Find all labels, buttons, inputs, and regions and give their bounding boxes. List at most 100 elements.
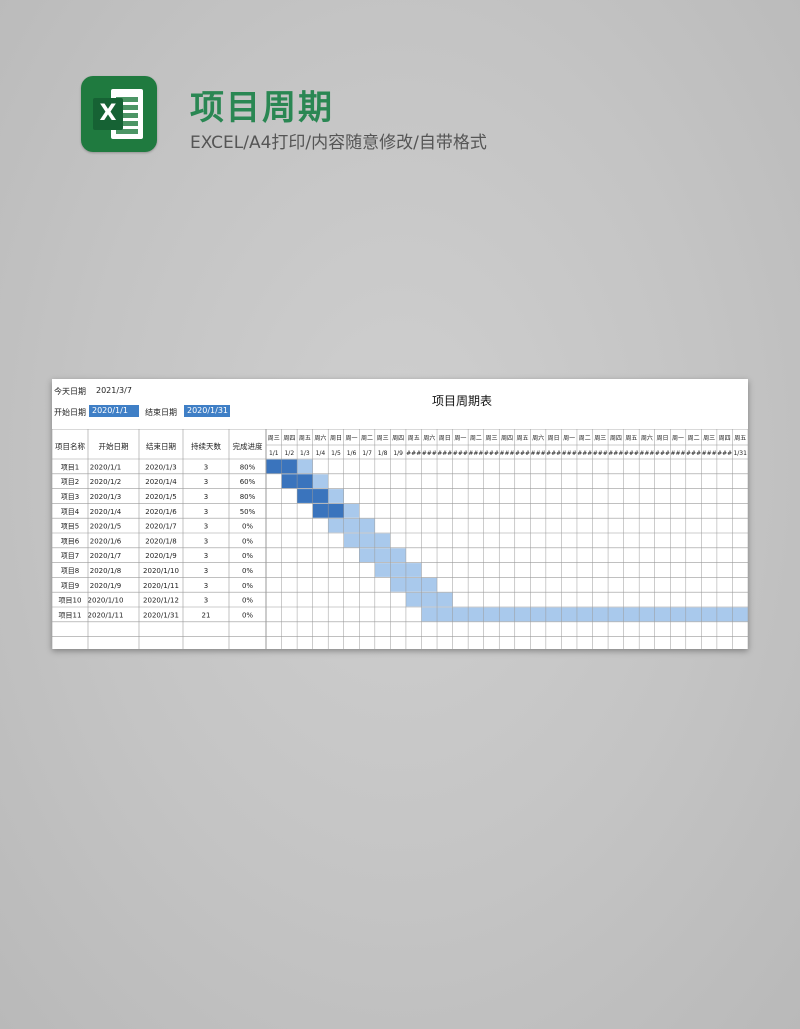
task-start: 2020/1/7: [90, 552, 121, 560]
task-end: 2020/1/3: [145, 463, 176, 471]
task-start: 2020/1/8: [90, 567, 121, 575]
task-start: 2020/1/9: [90, 582, 121, 590]
column-header: 开始日期: [99, 441, 129, 451]
weekday-label: 周一: [346, 435, 358, 442]
task-duration: 3: [204, 493, 208, 501]
weekday-label: 周六: [423, 434, 435, 442]
date-label: 1/6: [347, 450, 357, 457]
weekday-label: 周二: [470, 435, 482, 442]
task-end: 2020/1/12: [143, 597, 179, 605]
date-label: ###: [670, 450, 685, 457]
page-subtitle: EXCEL/A4打印/内容随意修改/自带格式: [190, 133, 487, 153]
weekday-label: 周六: [314, 434, 326, 442]
gantt-bar: [359, 548, 406, 563]
weekday-label: 周六: [532, 434, 544, 442]
task-duration: 3: [204, 523, 208, 531]
date-label: ###: [562, 450, 577, 457]
weekday-label: 周五: [408, 435, 420, 442]
task-progress: 0%: [242, 523, 253, 531]
date-label: ###: [624, 450, 639, 457]
date-label: ###: [577, 450, 592, 457]
date-label: ###: [717, 450, 732, 457]
date-label: ###: [422, 450, 437, 457]
excel-logo-icon: X: [81, 76, 157, 152]
task-start: 2020/1/11: [88, 611, 124, 619]
start-date-cell[interactable]: 2020/1/1: [89, 405, 139, 417]
task-progress: 0%: [242, 537, 253, 545]
task-duration: 3: [204, 478, 208, 486]
weekday-label: 周五: [625, 435, 637, 442]
task-progress: 80%: [240, 493, 256, 501]
weekday-label: 周四: [501, 435, 513, 442]
weekday-label: 周五: [734, 435, 746, 442]
column-header: 结束日期: [146, 441, 176, 451]
date-label: ###: [484, 450, 499, 457]
task-duration: 3: [204, 508, 208, 516]
task-duration: 3: [204, 597, 208, 605]
task-duration: 3: [204, 582, 208, 590]
column-header: 完成进度: [233, 441, 263, 451]
sheet-header-area: 今天日期 2021/3/7 开始日期 2020/1/1 结束日期 2020/1/…: [52, 379, 748, 429]
task-progress: 50%: [240, 508, 256, 516]
date-label: 1/8: [378, 450, 388, 457]
start-label: 开始日期: [54, 408, 86, 417]
date-label: ###: [437, 450, 452, 457]
date-label: ###: [531, 450, 546, 457]
end-label: 结束日期: [145, 408, 177, 417]
today-value: 2021/3/7: [96, 386, 132, 395]
task-duration: 3: [204, 463, 208, 471]
weekday-label: 周日: [439, 435, 451, 442]
weekday-label: 周日: [330, 435, 342, 442]
weekday-label: 周三: [377, 435, 389, 442]
task-start: 2020/1/2: [90, 478, 121, 486]
weekday-label: 周四: [610, 435, 622, 442]
weekday-label: 周一: [563, 435, 575, 442]
date-label: ###: [686, 450, 701, 457]
gantt-bar: [374, 563, 422, 577]
date-label: 1/31: [733, 450, 747, 457]
task-name: 项目2: [61, 478, 79, 486]
date-label: 1/3: [300, 450, 310, 457]
column-header: 项目名称: [55, 441, 85, 451]
column-header: 持续天数: [191, 441, 221, 451]
weekday-label: 周六: [641, 434, 653, 442]
task-name: 项目11: [59, 611, 82, 619]
date-label: 1/4: [316, 450, 326, 457]
weekday-label: 周二: [688, 435, 700, 442]
weekday-label: 周三: [485, 435, 497, 442]
end-date-cell[interactable]: 2020/1/31: [184, 405, 230, 417]
weekday-label: 周日: [548, 435, 560, 442]
date-label: 1/1: [269, 450, 279, 457]
task-name: 项目1: [61, 463, 79, 471]
task-progress: 60%: [240, 478, 256, 486]
task-name: 项目3: [61, 493, 79, 501]
gantt-table: 项目名称 开始日期 结束日期 持续天数 完成进度周三 周四 周五 周六 周日 周一 周二 周三 周四 周五…: [52, 429, 748, 649]
task-name: 项目7: [61, 552, 79, 560]
date-label: ###: [655, 450, 670, 457]
date-label: ###: [702, 450, 717, 457]
weekday-label: 周一: [454, 435, 466, 442]
date-label: 1/9: [393, 450, 403, 457]
page-title: 项目周期: [190, 88, 334, 128]
weekday-label: 周三: [594, 435, 606, 442]
spreadsheet-preview: 今天日期 2021/3/7 开始日期 2020/1/1 结束日期 2020/1/…: [52, 379, 748, 649]
task-start: 2020/1/6: [90, 537, 122, 545]
task-name: 项目9: [61, 582, 79, 590]
task-end: 2020/1/7: [145, 523, 176, 531]
task-start: 2020/1/1: [90, 463, 121, 471]
task-progress: 0%: [242, 567, 253, 575]
task-end: 2020/1/5: [145, 493, 176, 501]
excel-x-icon: X: [93, 98, 123, 130]
task-progress: 0%: [242, 597, 253, 605]
weekday-label: 周一: [672, 435, 684, 442]
task-start: 2020/1/3: [90, 493, 121, 501]
weekday-label: 周四: [392, 435, 404, 442]
task-end: 2020/1/10: [143, 567, 179, 575]
weekday-label: 周四: [283, 435, 295, 442]
gantt-bar: [343, 533, 391, 548]
date-label: ###: [608, 450, 623, 457]
weekday-label: 周五: [299, 435, 311, 442]
date-label: ###: [406, 450, 421, 457]
weekday-label: 周二: [361, 435, 373, 442]
task-progress: 80%: [240, 463, 256, 471]
